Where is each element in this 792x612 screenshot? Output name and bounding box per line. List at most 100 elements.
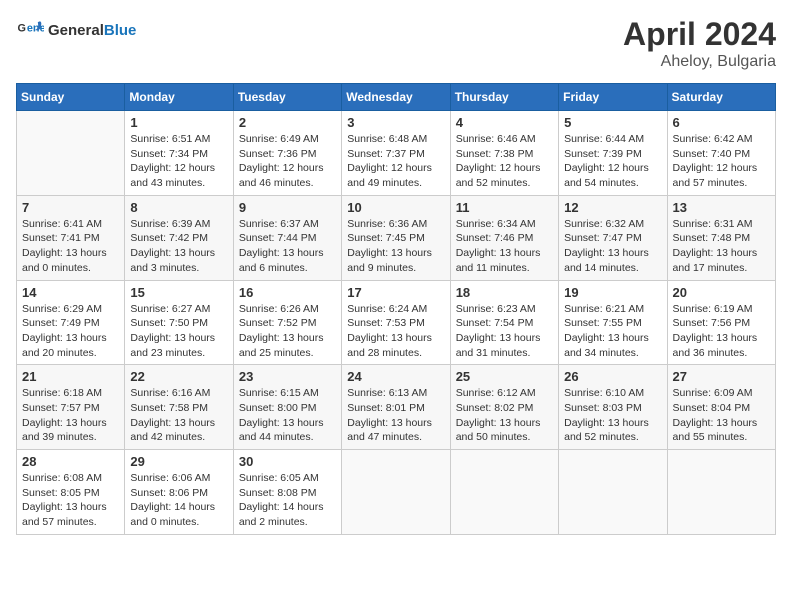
day-number: 28	[22, 454, 119, 469]
day-info: Sunrise: 6:27 AMSunset: 7:50 PMDaylight:…	[130, 302, 227, 361]
day-number: 19	[564, 285, 661, 300]
calendar-cell: 22 Sunrise: 6:16 AMSunset: 7:58 PMDayligh…	[125, 365, 233, 450]
calendar-cell: 7 Sunrise: 6:41 AMSunset: 7:41 PMDaylight…	[17, 195, 125, 280]
day-number: 27	[673, 369, 770, 384]
day-info: Sunrise: 6:19 AMSunset: 7:56 PMDaylight:…	[673, 302, 770, 361]
day-info: Sunrise: 6:05 AMSunset: 8:08 PMDaylight:…	[239, 471, 336, 530]
calendar-cell	[559, 450, 667, 535]
calendar-cell: 6Sunrise: 6:42 AMSunset: 7:40 PMDaylight…	[667, 111, 775, 196]
day-info: Sunrise: 6:46 AMSunset: 7:38 PMDaylight:…	[456, 132, 553, 191]
page-header: G eneral GeneralBlue April 2024 Aheloy, …	[16, 16, 776, 71]
title-block: April 2024 Aheloy, Bulgaria	[623, 16, 776, 71]
day-number: 2	[239, 115, 336, 130]
week-row-5: 28 Sunrise: 6:08 AMSunset: 8:05 PMDayligh…	[17, 450, 776, 535]
logo-text: GeneralBlue	[48, 22, 136, 39]
day-info: Sunrise: 6:39 AMSunset: 7:42 PMDaylight:…	[130, 217, 227, 276]
weekday-header-friday: Friday	[559, 84, 667, 111]
day-info: Sunrise: 6:34 AMSunset: 7:46 PMDaylight:…	[456, 217, 553, 276]
calendar-cell: 28 Sunrise: 6:08 AMSunset: 8:05 PMDayligh…	[17, 450, 125, 535]
day-number: 29	[130, 454, 227, 469]
logo-icon: G eneral	[16, 16, 44, 44]
day-number: 3	[347, 115, 444, 130]
day-number: 23	[239, 369, 336, 384]
calendar-cell: 2 Sunrise: 6:49 AMSunset: 7:36 PMDaylight…	[233, 111, 341, 196]
day-info: Sunrise: 6:44 AMSunset: 7:39 PMDaylight:…	[564, 132, 661, 191]
day-info: Sunrise: 6:48 AMSunset: 7:37 PMDaylight:…	[347, 132, 444, 191]
day-number: 24	[347, 369, 444, 384]
calendar-cell	[450, 450, 558, 535]
day-number: 13	[673, 200, 770, 215]
day-info: Sunrise: 6:18 AMSunset: 7:57 PMDaylight:…	[22, 386, 119, 445]
day-info: Sunrise: 6:51 AMSunset: 7:34 PMDaylight:…	[130, 132, 227, 191]
day-number: 1	[130, 115, 227, 130]
day-number: 7	[22, 200, 119, 215]
calendar-cell: 23 Sunrise: 6:15 AMSunset: 8:00 PMDayligh…	[233, 365, 341, 450]
day-number: 22	[130, 369, 227, 384]
calendar-cell	[342, 450, 450, 535]
day-info: Sunrise: 6:16 AMSunset: 7:58 PMDaylight:…	[130, 386, 227, 445]
day-number: 4	[456, 115, 553, 130]
week-row-2: 7 Sunrise: 6:41 AMSunset: 7:41 PMDaylight…	[17, 195, 776, 280]
day-number: 11	[456, 200, 553, 215]
day-info: Sunrise: 6:29 AMSunset: 7:49 PMDaylight:…	[22, 302, 119, 361]
day-info: Sunrise: 6:41 AMSunset: 7:41 PMDaylight:…	[22, 217, 119, 276]
day-number: 17	[347, 285, 444, 300]
day-number: 16	[239, 285, 336, 300]
calendar-cell: 5 Sunrise: 6:44 AMSunset: 7:39 PMDaylight…	[559, 111, 667, 196]
week-row-1: 1 Sunrise: 6:51 AMSunset: 7:34 PMDaylight…	[17, 111, 776, 196]
calendar-cell: 13Sunrise: 6:31 AMSunset: 7:48 PMDayligh…	[667, 195, 775, 280]
calendar-cell: 26 Sunrise: 6:10 AMSunset: 8:03 PMDayligh…	[559, 365, 667, 450]
calendar-cell: 17 Sunrise: 6:24 AMSunset: 7:53 PMDayligh…	[342, 280, 450, 365]
day-info: Sunrise: 6:36 AMSunset: 7:45 PMDaylight:…	[347, 217, 444, 276]
day-info: Sunrise: 6:49 AMSunset: 7:36 PMDaylight:…	[239, 132, 336, 191]
day-info: Sunrise: 6:21 AMSunset: 7:55 PMDaylight:…	[564, 302, 661, 361]
calendar-cell: 1 Sunrise: 6:51 AMSunset: 7:34 PMDaylight…	[125, 111, 233, 196]
day-info: Sunrise: 6:24 AMSunset: 7:53 PMDaylight:…	[347, 302, 444, 361]
day-info: Sunrise: 6:13 AMSunset: 8:01 PMDaylight:…	[347, 386, 444, 445]
calendar-cell: 14Sunrise: 6:29 AMSunset: 7:49 PMDayligh…	[17, 280, 125, 365]
calendar-cell: 3 Sunrise: 6:48 AMSunset: 7:37 PMDaylight…	[342, 111, 450, 196]
calendar-cell: 9Sunrise: 6:37 AMSunset: 7:44 PMDaylight…	[233, 195, 341, 280]
svg-text:G: G	[18, 23, 26, 35]
day-number: 12	[564, 200, 661, 215]
day-info: Sunrise: 6:26 AMSunset: 7:52 PMDaylight:…	[239, 302, 336, 361]
weekday-header-row: SundayMondayTuesdayWednesdayThursdayFrid…	[17, 84, 776, 111]
day-number: 5	[564, 115, 661, 130]
calendar-cell: 19 Sunrise: 6:21 AMSunset: 7:55 PMDayligh…	[559, 280, 667, 365]
day-info: Sunrise: 6:12 AMSunset: 8:02 PMDaylight:…	[456, 386, 553, 445]
calendar-cell: 30 Sunrise: 6:05 AMSunset: 8:08 PMDayligh…	[233, 450, 341, 535]
weekday-header-monday: Monday	[125, 84, 233, 111]
calendar-table: SundayMondayTuesdayWednesdayThursdayFrid…	[16, 83, 776, 535]
calendar-cell: 25 Sunrise: 6:12 AMSunset: 8:02 PMDayligh…	[450, 365, 558, 450]
day-number: 9	[239, 200, 336, 215]
day-number: 18	[456, 285, 553, 300]
calendar-cell: 29Sunrise: 6:06 AMSunset: 8:06 PMDayligh…	[125, 450, 233, 535]
day-number: 25	[456, 369, 553, 384]
calendar-cell: 16 Sunrise: 6:26 AMSunset: 7:52 PMDayligh…	[233, 280, 341, 365]
calendar-cell: 4 Sunrise: 6:46 AMSunset: 7:38 PMDaylight…	[450, 111, 558, 196]
calendar-cell: 20 Sunrise: 6:19 AMSunset: 7:56 PMDayligh…	[667, 280, 775, 365]
day-number: 15	[130, 285, 227, 300]
day-info: Sunrise: 6:10 AMSunset: 8:03 PMDaylight:…	[564, 386, 661, 445]
calendar-cell: 12 Sunrise: 6:32 AMSunset: 7:47 PMDayligh…	[559, 195, 667, 280]
calendar-cell	[17, 111, 125, 196]
calendar-cell: 15 Sunrise: 6:27 AMSunset: 7:50 PMDayligh…	[125, 280, 233, 365]
day-info: Sunrise: 6:09 AMSunset: 8:04 PMDaylight:…	[673, 386, 770, 445]
svg-text:eneral: eneral	[27, 23, 44, 35]
day-number: 26	[564, 369, 661, 384]
day-info: Sunrise: 6:32 AMSunset: 7:47 PMDaylight:…	[564, 217, 661, 276]
day-number: 30	[239, 454, 336, 469]
day-info: Sunrise: 6:15 AMSunset: 8:00 PMDaylight:…	[239, 386, 336, 445]
calendar-cell: 24 Sunrise: 6:13 AMSunset: 8:01 PMDayligh…	[342, 365, 450, 450]
month-title: April 2024	[623, 16, 776, 53]
day-number: 10	[347, 200, 444, 215]
calendar-cell: 8Sunrise: 6:39 AMSunset: 7:42 PMDaylight…	[125, 195, 233, 280]
week-row-4: 21 Sunrise: 6:18 AMSunset: 7:57 PMDayligh…	[17, 365, 776, 450]
day-info: Sunrise: 6:08 AMSunset: 8:05 PMDaylight:…	[22, 471, 119, 530]
calendar-cell: 18Sunrise: 6:23 AMSunset: 7:54 PMDayligh…	[450, 280, 558, 365]
week-row-3: 14Sunrise: 6:29 AMSunset: 7:49 PMDayligh…	[17, 280, 776, 365]
day-number: 21	[22, 369, 119, 384]
day-number: 20	[673, 285, 770, 300]
calendar-cell: 21 Sunrise: 6:18 AMSunset: 7:57 PMDayligh…	[17, 365, 125, 450]
weekday-header-sunday: Sunday	[17, 84, 125, 111]
